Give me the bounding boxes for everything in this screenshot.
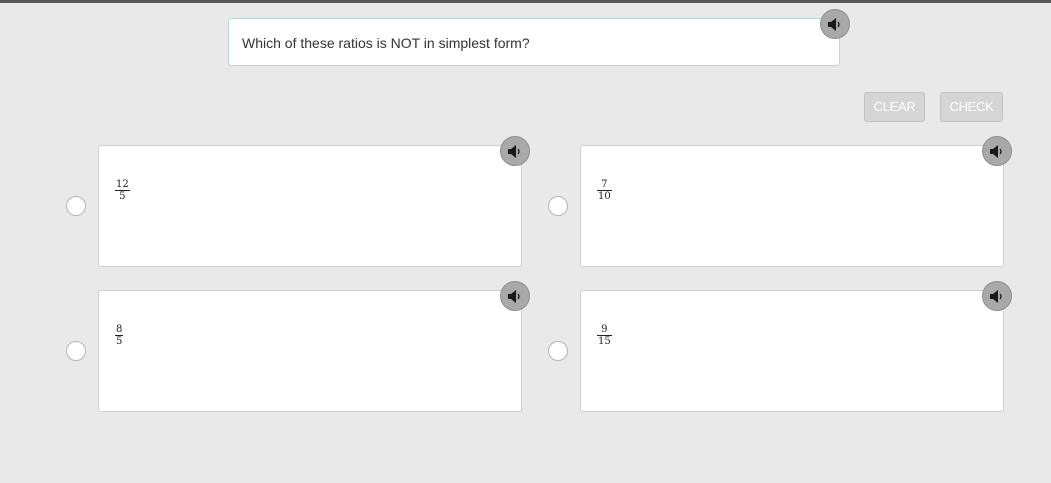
option-4-radio[interactable] bbox=[548, 341, 568, 361]
clear-button[interactable]: CLEAR bbox=[864, 92, 925, 122]
option-1-card[interactable]: 12 5 bbox=[98, 145, 522, 267]
option-2-speaker-button[interactable] bbox=[982, 136, 1012, 166]
speaker-icon bbox=[508, 290, 520, 303]
option-4-speaker-button[interactable] bbox=[982, 281, 1012, 311]
option-2-denominator: 10 bbox=[598, 191, 611, 202]
option-3-denominator: 5 bbox=[116, 336, 123, 347]
option-3-card[interactable]: 8 5 bbox=[98, 290, 522, 412]
option-1-speaker-button[interactable] bbox=[500, 136, 530, 166]
option-3-radio[interactable] bbox=[66, 341, 86, 361]
question-box: Which of these ratios is NOT in simplest… bbox=[228, 18, 840, 66]
question-text: Which of these ratios is NOT in simplest… bbox=[242, 35, 530, 51]
option-2-numerator: 7 bbox=[597, 179, 612, 191]
option-1-fraction: 12 5 bbox=[115, 179, 130, 202]
option-3-speaker-button[interactable] bbox=[500, 281, 530, 311]
option-1-denominator: 5 bbox=[119, 191, 126, 202]
option-3-numerator: 8 bbox=[115, 324, 124, 336]
option-4-numerator: 9 bbox=[597, 324, 612, 336]
option-2-radio[interactable] bbox=[548, 196, 568, 216]
option-4-denominator: 15 bbox=[598, 336, 611, 347]
check-button[interactable]: CHECK bbox=[940, 92, 1003, 122]
option-1-radio[interactable] bbox=[66, 196, 86, 216]
option-3-fraction: 8 5 bbox=[115, 324, 124, 347]
option-4-card[interactable]: 9 15 bbox=[580, 290, 1004, 412]
option-4-fraction: 9 15 bbox=[597, 324, 612, 347]
speaker-icon bbox=[828, 18, 840, 31]
option-1-numerator: 12 bbox=[115, 179, 130, 191]
speaker-icon bbox=[508, 145, 520, 158]
option-2-card[interactable]: 7 10 bbox=[580, 145, 1004, 267]
question-speaker-button[interactable] bbox=[820, 9, 850, 39]
speaker-icon bbox=[990, 290, 1002, 303]
speaker-icon bbox=[990, 145, 1002, 158]
option-2-fraction: 7 10 bbox=[597, 179, 612, 202]
top-border bbox=[0, 0, 1051, 3]
